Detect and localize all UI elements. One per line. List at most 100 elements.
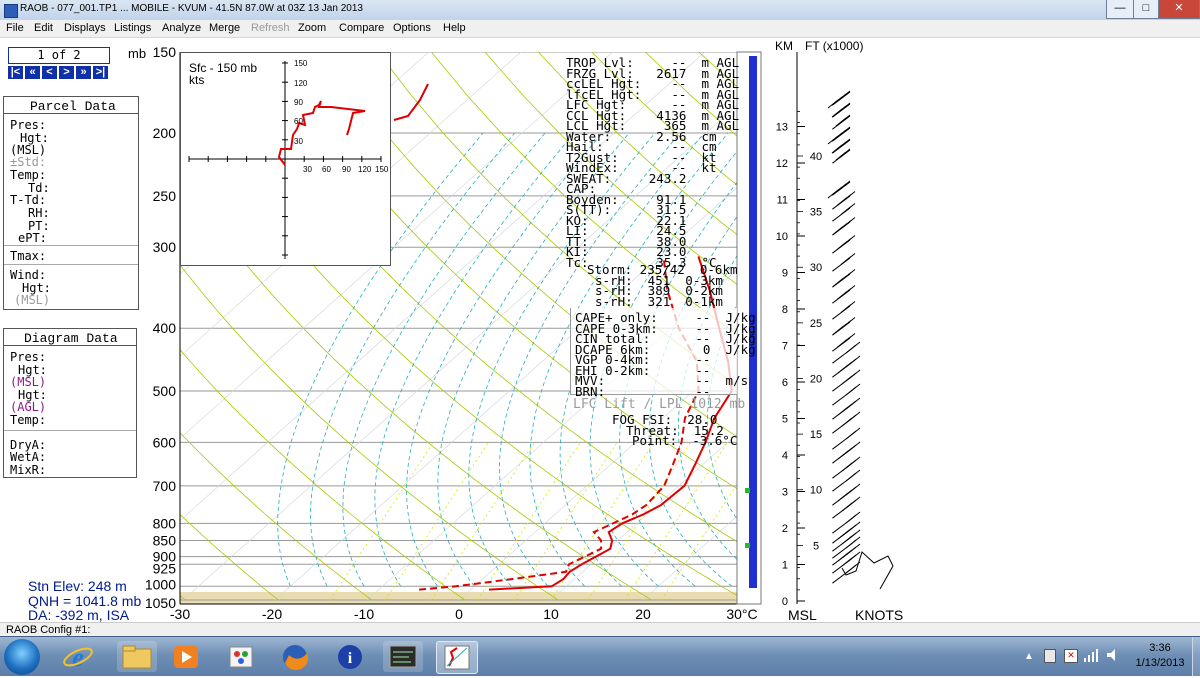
pressure-label-250: 250 [153, 188, 177, 204]
svg-text:i: i [348, 650, 353, 667]
fog-panel: FOG FSI: 28.0 Threat: 15.2 Point: -3.6°C [612, 413, 762, 448]
minimize-button[interactable]: — [1106, 0, 1134, 19]
pressure-label-500: 500 [153, 383, 177, 399]
hodo-tick-150-v: 150 [294, 59, 308, 68]
raob-terminal-icon[interactable] [383, 641, 423, 672]
wind-barb [832, 268, 858, 288]
info-app-icon[interactable]: i [330, 641, 370, 672]
hodograph-trace [277, 100, 366, 166]
km-label: KM [775, 39, 793, 53]
menu-merge[interactable]: Merge [209, 22, 240, 34]
wind-barb [832, 252, 858, 272]
temperature-label-4: 10 [543, 606, 559, 622]
pressure-label-600: 600 [153, 434, 177, 450]
wind-barb [832, 411, 861, 434]
raob-skewt-icon[interactable] [436, 641, 478, 674]
menu-options[interactable]: Options [393, 22, 431, 34]
isotherm [458, 348, 740, 601]
ft-tick-label-15: 15 [810, 429, 822, 441]
ft-tick-label-40: 40 [810, 151, 822, 163]
msl-label: MSL [788, 607, 817, 623]
taskbar: e i ▲ ✕ 3:36 1/13/2013 [0, 636, 1200, 676]
menu-listings[interactable]: Listings [114, 22, 151, 34]
maximize-button[interactable]: □ [1133, 0, 1159, 19]
start-button[interactable] [4, 639, 40, 675]
km-tick-label-2: 2 [782, 523, 788, 535]
wind-barb [832, 110, 858, 130]
pressure-label-400: 400 [153, 320, 177, 336]
wind-barb [832, 469, 861, 492]
ft-tick-label-10: 10 [810, 485, 822, 497]
pressure-label-200: 200 [153, 125, 177, 141]
ft-tick-label-5: 5 [813, 540, 819, 552]
raob-app-icon[interactable] [4, 4, 18, 18]
menu-edit[interactable]: Edit [34, 22, 53, 34]
stat-srh-1km: s-rH: 321 0-1km [595, 293, 723, 309]
menu-compare[interactable]: Compare [339, 22, 384, 34]
wind-barb [832, 341, 861, 364]
menu-bar: File Edit Displays Listings Analyze Merg… [0, 20, 1200, 38]
firefox-icon[interactable] [275, 641, 315, 672]
hodograph-panel[interactable]: Sfc - 150 mb kts 150 120 90 60 30 30 60 … [180, 52, 391, 266]
stat-fog-point: Point: -3.6°C [632, 433, 738, 448]
km-tick-label-1: 1 [782, 560, 788, 572]
pressure-axis-labels: 1502002503004005006007008008509009251000… [145, 44, 176, 611]
menu-analyze[interactable]: Analyze [162, 22, 201, 34]
wind-barb [832, 234, 858, 254]
hodo-tick-120-h: 120 [358, 165, 372, 174]
isotherm [827, 52, 1200, 600]
pressure-label-850: 850 [153, 532, 177, 548]
close-button[interactable]: ✕ [1158, 0, 1200, 19]
surface-band [180, 592, 740, 604]
lfc-lift-label: LFC Lift / LPL 1012 mb [573, 397, 746, 412]
hodograph-line [277, 100, 366, 166]
menu-help[interactable]: Help [443, 22, 466, 34]
hodo-tick-90-v: 90 [294, 98, 303, 107]
isotherm [734, 595, 740, 601]
tray-expand-icon[interactable]: ▲ [1024, 651, 1034, 662]
dry-adiabat [0, 52, 92, 600]
media-player-icon[interactable] [166, 641, 206, 672]
wind-barb [832, 144, 858, 164]
temperature-label-3: 0 [455, 606, 463, 622]
dry-adiabat [698, 52, 740, 90]
menu-file[interactable]: File [6, 22, 24, 34]
wind-barb [832, 483, 861, 506]
km-tick-label-9: 9 [782, 268, 788, 280]
status-bar: RAOB Config #1: [0, 622, 1200, 637]
ft-tick-label-35: 35 [810, 207, 822, 219]
wind-barb [827, 122, 858, 145]
temperature-label-1: -20 [262, 606, 282, 622]
menu-displays[interactable]: Displays [64, 22, 106, 34]
menu-refresh[interactable]: Refresh [251, 22, 290, 34]
hodo-tick-120-v: 120 [294, 79, 308, 88]
km-tick-label-8: 8 [782, 304, 788, 316]
tray-flag-icon[interactable]: ✕ [1064, 649, 1078, 663]
internet-explorer-icon[interactable]: e [58, 641, 98, 672]
hodograph-axes [188, 61, 382, 259]
ft-label: FT (x1000) [805, 39, 864, 53]
wind-barb [832, 561, 861, 584]
clock-date[interactable]: 1/13/2013 [1130, 657, 1190, 669]
temperature-label-0: -30 [170, 606, 190, 622]
hodo-tick-30-h: 30 [303, 165, 312, 174]
wind-barb [832, 427, 861, 450]
hodo-tick-30-v: 30 [294, 137, 303, 146]
wind-barb [827, 86, 858, 109]
stat-brn: BRN: -- [575, 383, 711, 399]
pressure-label-700: 700 [153, 478, 177, 494]
wind-barb [831, 134, 858, 154]
height-scale-ticks: 012345678910111213510152025303540 [776, 111, 822, 608]
menu-zoom[interactable]: Zoom [298, 22, 326, 34]
hodo-tick-60-v: 60 [294, 117, 303, 126]
file-explorer-icon[interactable] [117, 641, 157, 672]
wind-barb [832, 383, 861, 406]
clock-time[interactable]: 3:36 [1130, 642, 1190, 654]
wind-barb [832, 355, 861, 378]
volume-icon[interactable] [1106, 647, 1120, 663]
wind-barbs [827, 86, 894, 590]
tray-device-icon[interactable] [1044, 649, 1056, 663]
network-icon[interactable] [1084, 647, 1098, 663]
paint-icon[interactable] [222, 641, 262, 672]
show-desktop-button[interactable] [1192, 637, 1200, 676]
